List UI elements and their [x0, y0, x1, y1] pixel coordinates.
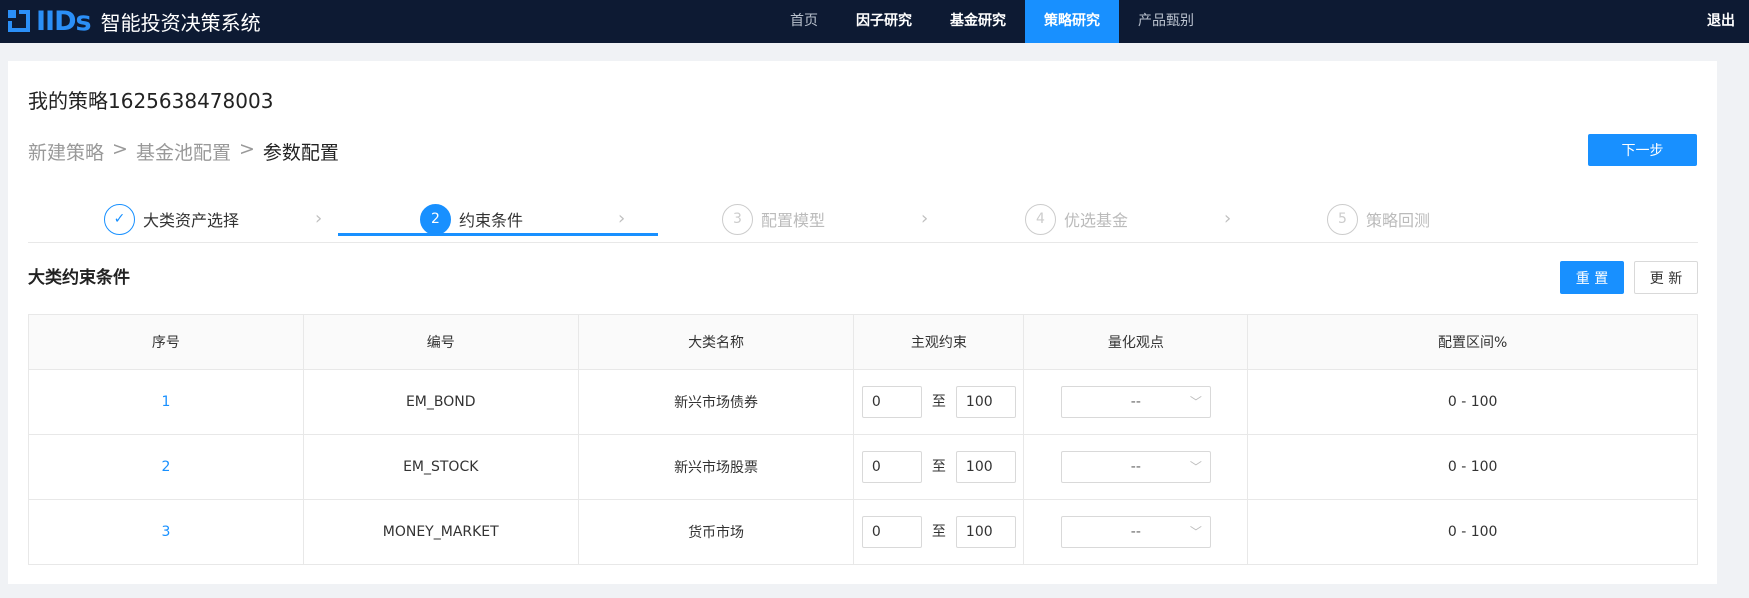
quant-view-select[interactable]: -- ﹀	[1060, 516, 1211, 548]
logo-text: IIDs	[36, 5, 92, 37]
row-range: 0 - 100	[1247, 434, 1698, 500]
row-name: 新兴市场股票	[577, 434, 855, 500]
row-subjective: 至	[853, 434, 1025, 500]
step-number: 5	[1327, 203, 1358, 235]
constraints-table: 序号 编号 大类名称 主观约束 量化观点 配置区间% 1 EM_BOND 新兴市…	[28, 314, 1698, 565]
step-label: 大类资产选择	[143, 211, 240, 230]
breadcrumb-item-params: 参数配置	[262, 142, 339, 164]
breadcrumb-item-new-strategy[interactable]: 新建策略	[28, 138, 104, 165]
row-name: 货币市场	[577, 499, 855, 565]
step-number: 4	[1025, 203, 1056, 235]
nav-item-fund-research[interactable]: 基金研究	[931, 0, 1025, 43]
select-value: --	[1130, 524, 1141, 540]
breadcrumb-item-fund-pool[interactable]: 基金池配置	[136, 138, 231, 165]
check-icon: ✓	[104, 203, 135, 235]
app-title: 智能投资决策系统	[100, 10, 261, 35]
row-code: MONEY_MARKET	[302, 499, 579, 565]
row-quant-view: -- ﹀	[1023, 434, 1249, 500]
row-range: 0 - 100	[1247, 369, 1698, 435]
step-backtest[interactable]: 5 策略回测	[1327, 196, 1430, 242]
quant-view-select[interactable]: -- ﹀	[1060, 386, 1211, 418]
step-label: 约束条件	[459, 211, 524, 230]
range-separator: 至	[931, 459, 946, 475]
chevron-down-icon: ﹀	[1189, 395, 1202, 409]
chevron-right-icon: ›	[315, 208, 323, 229]
step-asset-selection[interactable]: ✓ 大类资产选择	[104, 196, 239, 242]
row-subjective: 至	[853, 499, 1025, 565]
nav-item-home[interactable]: 首页	[771, 0, 837, 43]
chevron-right-icon: ›	[618, 208, 626, 229]
min-input[interactable]	[861, 386, 922, 418]
row-name: 新兴市场债券	[577, 369, 855, 435]
select-value: --	[1130, 459, 1141, 475]
breadcrumb: 新建策略 > 基金池配置 > 参数配置	[28, 138, 339, 165]
range-separator: 至	[931, 524, 946, 540]
row-range: 0 - 100	[1247, 499, 1698, 565]
row-index[interactable]: 2	[28, 434, 304, 500]
row-quant-view: -- ﹀	[1023, 499, 1249, 565]
step-allocation-model[interactable]: 3 配置模型	[722, 196, 825, 242]
logo[interactable]: IIDs 智能投资决策系统	[8, 5, 261, 37]
table-header-row: 序号 编号 大类名称 主观约束 量化观点 配置区间%	[28, 314, 1698, 370]
col-header-subjective: 主观约束	[853, 314, 1025, 370]
table-row: 3 MONEY_MARKET 货币市场 至 -- ﹀ 0 - 100	[28, 499, 1698, 565]
row-quant-view: -- ﹀	[1023, 369, 1249, 435]
chevron-down-icon: ﹀	[1189, 525, 1202, 539]
col-header-name: 大类名称	[577, 314, 855, 370]
nav-item-product-screening[interactable]: 产品甄别	[1119, 0, 1213, 43]
chevron-down-icon: ﹀	[1189, 460, 1202, 474]
row-index[interactable]: 3	[28, 499, 304, 565]
update-button[interactable]: 更 新	[1634, 261, 1698, 294]
select-value: --	[1130, 394, 1141, 410]
quant-view-select[interactable]: -- ﹀	[1060, 451, 1211, 483]
step-bar: ✓ 大类资产选择 › 2 约束条件 › 3 配置模型 › 4 优选基金 › 5 …	[28, 196, 1698, 243]
max-input[interactable]	[955, 386, 1016, 418]
next-step-button[interactable]: 下一步	[1588, 134, 1697, 166]
max-input[interactable]	[955, 451, 1016, 483]
page-title: 我的策略1625638478003	[28, 89, 274, 113]
row-code: EM_BOND	[302, 369, 579, 435]
step-label: 优选基金	[1064, 211, 1129, 230]
step-number: 2	[420, 203, 451, 235]
chevron-right-icon: ›	[1224, 208, 1232, 229]
active-step-indicator	[338, 233, 658, 236]
col-header-code: 编号	[302, 314, 579, 370]
min-input[interactable]	[861, 516, 922, 548]
col-header-quant-view: 量化观点	[1023, 314, 1249, 370]
row-code: EM_STOCK	[302, 434, 579, 500]
step-label: 配置模型	[761, 211, 826, 230]
range-separator: 至	[931, 394, 946, 410]
step-number: 3	[722, 203, 753, 235]
breadcrumb-separator: >	[238, 138, 255, 160]
min-input[interactable]	[861, 451, 922, 483]
section-title: 大类约束条件	[28, 268, 130, 288]
logo-mark-icon	[8, 10, 30, 32]
row-index[interactable]: 1	[28, 369, 304, 435]
nav-item-factor-research[interactable]: 因子研究	[837, 0, 931, 43]
table-row: 1 EM_BOND 新兴市场债券 至 -- ﹀ 0 - 100	[28, 369, 1698, 435]
breadcrumb-separator: >	[112, 138, 128, 160]
col-header-index: 序号	[28, 314, 304, 370]
max-input[interactable]	[955, 516, 1016, 548]
main-card: 我的策略1625638478003 新建策略 > 基金池配置 > 参数配置 下一…	[8, 61, 1717, 584]
row-subjective: 至	[853, 369, 1025, 435]
nav-item-strategy-research[interactable]: 策略研究	[1025, 0, 1119, 43]
step-label: 策略回测	[1366, 211, 1431, 230]
logout-link[interactable]: 退出	[1707, 0, 1735, 43]
step-fund-selection[interactable]: 4 优选基金	[1025, 196, 1128, 242]
top-navbar: IIDs 智能投资决策系统 首页 因子研究 基金研究 策略研究 产品甄别 退出	[0, 0, 1749, 43]
main-nav: 首页 因子研究 基金研究 策略研究 产品甄别	[771, 0, 1213, 43]
reset-button[interactable]: 重 置	[1560, 261, 1624, 294]
chevron-right-icon: ›	[921, 208, 929, 229]
table-row: 2 EM_STOCK 新兴市场股票 至 -- ﹀ 0 - 100	[28, 434, 1698, 500]
col-header-range: 配置区间%	[1247, 314, 1698, 370]
